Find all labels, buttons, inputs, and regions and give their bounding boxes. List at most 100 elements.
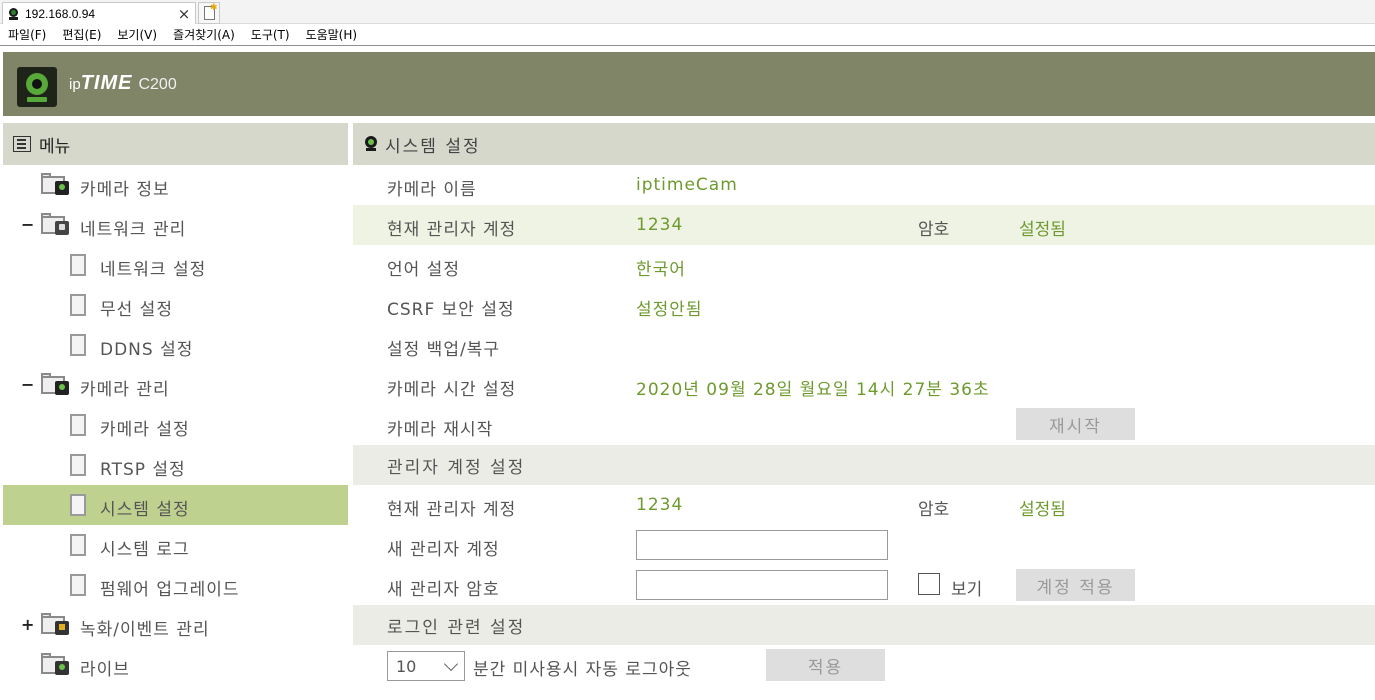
header-bar: ipTIME C200 xyxy=(3,52,1375,116)
current-admin-row: 현재 관리자 계정 1234 암호 설정됨 xyxy=(353,485,1375,525)
new-admin-input[interactable] xyxy=(636,530,888,560)
sidebar-item-recording-events[interactable]: + 녹화/이벤트 관리 xyxy=(3,605,348,645)
camera-time-value[interactable]: 2020년 09월 28일 월요일 14시 27분 36초 xyxy=(636,375,990,400)
camera-folder-icon xyxy=(41,373,71,397)
new-admin-label: 새 관리자 계정 xyxy=(387,540,500,560)
sidebar-item-camera-settings[interactable]: 카메라 설정 xyxy=(3,405,348,445)
new-password-input[interactable] xyxy=(636,570,888,600)
password-status: 설정됨 xyxy=(1019,220,1066,240)
sidebar-item-wireless-settings[interactable]: 무선 설정 xyxy=(3,285,348,325)
sidebar-menu: 메뉴 카메라 정보 − 네트워크 관리 네트워크 설정 무선 설정 DDNS 설… xyxy=(3,123,348,700)
restart-button[interactable]: 재시작 xyxy=(1016,408,1135,440)
current-admin-value: 1234 xyxy=(636,495,684,515)
sidebar-item-label: 무선 설정 xyxy=(100,300,173,320)
language-value[interactable]: 한국어 xyxy=(636,255,686,280)
collapse-icon[interactable]: − xyxy=(21,377,34,393)
menu-view[interactable]: 보기(V) xyxy=(109,25,165,45)
camera-name-row: 카메라 이름 iptimeCam xyxy=(353,165,1375,205)
page-icon xyxy=(70,494,86,516)
sidebar-item-label: 카메라 관리 xyxy=(80,380,170,400)
sidebar-item-label: 라이브 xyxy=(80,660,130,680)
camera-restart-label: 카메라 재시작 xyxy=(387,420,494,440)
sidebar-item-network-management[interactable]: − 네트워크 관리 xyxy=(3,205,348,245)
new-admin-row: 새 관리자 계정 xyxy=(353,525,1375,565)
sidebar-item-label: 녹화/이벤트 관리 xyxy=(80,620,210,640)
sidebar-item-network-settings[interactable]: 네트워크 설정 xyxy=(3,245,348,285)
new-tab-button[interactable]: ✱ xyxy=(198,2,220,24)
browser-menu-bar: 파일(F) 편집(E) 보기(V) 즐겨찾기(A) 도구(T) 도움말(H) xyxy=(0,24,1375,46)
admin-account-row: 현재 관리자 계정 1234 암호 설정됨 xyxy=(353,205,1375,245)
show-password-label: 보기 xyxy=(951,580,983,600)
password-status: 설정됨 xyxy=(1019,500,1066,520)
menu-favorites[interactable]: 즐겨찾기(A) xyxy=(165,25,243,45)
brand-logo: ipTIME C200 xyxy=(69,72,177,95)
auto-logout-row: 10 분간 미사용시 자동 로그아웃 적용 xyxy=(353,645,1375,685)
sidebar-item-label: 시스템 로그 xyxy=(100,540,190,560)
page-icon xyxy=(70,574,86,596)
sidebar-item-rtsp-settings[interactable]: RTSP 설정 xyxy=(3,445,348,485)
page-icon xyxy=(70,294,86,316)
network-folder-icon xyxy=(41,213,71,237)
language-row: 언어 설정 한국어 xyxy=(353,245,1375,285)
menu-edit[interactable]: 편집(E) xyxy=(54,25,109,45)
system-settings-header: 시스템 설정 xyxy=(353,123,1375,165)
sparkle-icon: ✱ xyxy=(210,3,218,13)
tab-title: 192.168.0.94 xyxy=(25,6,96,21)
apply-login-button[interactable]: 적용 xyxy=(766,649,885,681)
password-label: 암호 xyxy=(918,500,950,520)
backup-row: 설정 백업/복구 xyxy=(353,325,1375,365)
show-password-checkbox[interactable] xyxy=(918,573,940,595)
camera-time-row: 카메라 시간 설정 2020년 09월 28일 월요일 14시 27분 36초 xyxy=(353,365,1375,405)
section-title: 관리자 계정 설정 xyxy=(387,457,526,478)
camera-time-label: 카메라 시간 설정 xyxy=(387,380,517,400)
camera-name-label: 카메라 이름 xyxy=(387,180,477,200)
main-content: 시스템 설정 카메라 이름 iptimeCam 현재 관리자 계정 1234 암… xyxy=(353,123,1375,700)
csrf-value[interactable]: 설정안됨 xyxy=(636,295,703,320)
current-admin-label: 현재 관리자 계정 xyxy=(387,500,517,520)
sidebar-item-label: 네트워크 관리 xyxy=(80,220,187,240)
brand-ip: ip xyxy=(69,76,81,93)
camera-name-value: iptimeCam xyxy=(636,175,738,195)
new-password-row: 새 관리자 암호 보기 계정 적용 xyxy=(353,565,1375,605)
page-title: 시스템 설정 xyxy=(385,136,481,157)
sidebar-item-system-settings[interactable]: 시스템 설정 xyxy=(3,485,348,525)
menu-help[interactable]: 도움말(H) xyxy=(298,25,366,45)
page-icon xyxy=(70,254,86,276)
admin-account-label: 현재 관리자 계정 xyxy=(387,220,517,240)
page-icon xyxy=(70,414,86,436)
sidebar-item-camera-info[interactable]: 카메라 정보 xyxy=(3,165,348,205)
sidebar-item-firmware-upgrade[interactable]: 펌웨어 업그레이드 xyxy=(3,565,348,605)
camera-restart-row: 카메라 재시작 재시작 xyxy=(353,405,1375,445)
page-icon xyxy=(70,334,86,356)
tab-close-icon[interactable]: × xyxy=(176,6,192,22)
timeout-value: 10 xyxy=(396,657,417,676)
menu-tools[interactable]: 도구(T) xyxy=(243,25,298,45)
sidebar-item-system-log[interactable]: 시스템 로그 xyxy=(3,525,348,565)
model-name: C200 xyxy=(138,76,177,93)
sidebar-item-ddns-settings[interactable]: DDNS 설정 xyxy=(3,325,348,365)
apply-account-button[interactable]: 계정 적용 xyxy=(1016,569,1135,601)
auto-logout-label: 분간 미사용시 자동 로그아웃 xyxy=(473,660,692,680)
browser-tab[interactable]: 192.168.0.94 × xyxy=(2,2,196,24)
new-password-label: 새 관리자 암호 xyxy=(387,580,500,600)
menu-file[interactable]: 파일(F) xyxy=(0,25,54,45)
csrf-label: CSRF 보안 설정 xyxy=(387,300,515,320)
backup-restore-link[interactable]: 설정 백업/복구 xyxy=(387,335,500,360)
sidebar-item-live[interactable]: 라이브 xyxy=(3,645,348,685)
timeout-select[interactable]: 10 xyxy=(387,651,465,681)
camera-logo-icon xyxy=(17,67,57,107)
sidebar-item-camera-management[interactable]: − 카메라 관리 xyxy=(3,365,348,405)
camera-favicon-icon xyxy=(8,7,19,20)
sidebar-item-label: 시스템 설정 xyxy=(100,500,190,520)
login-settings-header: 로그인 관련 설정 xyxy=(353,605,1375,645)
live-folder-icon xyxy=(41,653,71,677)
camera-icon xyxy=(365,136,377,152)
browser-tab-bar: 192.168.0.94 × ✱ xyxy=(0,0,1375,24)
language-label: 언어 설정 xyxy=(387,260,460,280)
sidebar-item-label: RTSP 설정 xyxy=(100,460,186,480)
csrf-row: CSRF 보안 설정 설정안됨 xyxy=(353,285,1375,325)
sidebar-title: 메뉴 xyxy=(39,136,71,157)
collapse-icon[interactable]: − xyxy=(21,217,34,233)
expand-icon[interactable]: + xyxy=(21,617,34,633)
chevron-down-icon xyxy=(443,656,459,672)
